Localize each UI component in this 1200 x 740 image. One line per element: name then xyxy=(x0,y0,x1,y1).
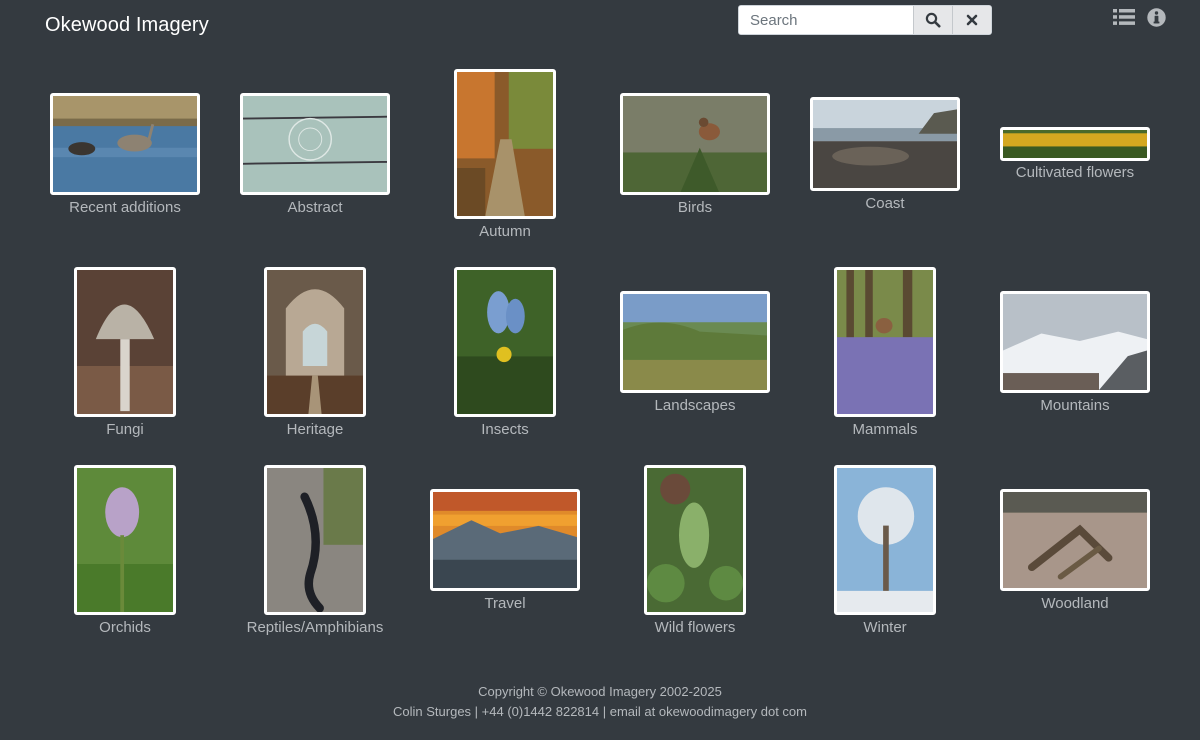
search-form xyxy=(738,5,992,35)
category-travel[interactable]: Travel xyxy=(430,489,580,619)
thumbnail xyxy=(1000,489,1150,591)
category-reptiles-amphibians[interactable]: Reptiles/Amphibians xyxy=(240,465,390,641)
thumbnail xyxy=(1000,127,1150,161)
thumbnail xyxy=(264,267,366,417)
category-label: Winter xyxy=(863,619,907,636)
category-winter[interactable]: Winter xyxy=(834,465,936,641)
footer: Copyright © Okewood Imagery 2002-2025 Co… xyxy=(0,682,1200,722)
category-mammals[interactable]: Mammals xyxy=(834,267,936,443)
list-icon xyxy=(1113,9,1135,25)
category-label: Mountains xyxy=(1040,397,1110,414)
category-label: Heritage xyxy=(286,421,344,438)
category-label: Orchids xyxy=(99,619,151,636)
thumbnail xyxy=(834,465,936,615)
category-label: Autumn xyxy=(479,223,531,240)
category-label: Birds xyxy=(677,199,713,216)
category-label: Cultivated flowers xyxy=(1015,164,1135,181)
thumbnail xyxy=(834,267,936,417)
category-abstract[interactable]: Abstract xyxy=(240,93,390,223)
thumbnail xyxy=(620,291,770,393)
category-label: Recent additions xyxy=(69,199,181,216)
category-birds[interactable]: Birds xyxy=(620,93,770,223)
info-button[interactable] xyxy=(1147,8,1166,32)
category-label: Reptiles/Amphibians xyxy=(246,619,384,636)
thumbnail xyxy=(74,465,176,615)
category-label: Wild flowers xyxy=(654,619,736,636)
close-icon xyxy=(966,14,978,26)
category-woodland[interactable]: Woodland xyxy=(1000,489,1150,619)
copyright-text: Copyright © Okewood Imagery 2002-2025 xyxy=(478,684,722,699)
thumbnail xyxy=(50,93,200,195)
category-fungi[interactable]: Fungi xyxy=(74,267,176,443)
list-view-button[interactable] xyxy=(1113,8,1135,31)
thumbnail xyxy=(240,93,390,195)
search-button[interactable] xyxy=(913,6,952,34)
category-label: Mammals xyxy=(852,421,918,438)
category-label: Woodland xyxy=(1041,595,1109,612)
info-icon xyxy=(1147,8,1166,27)
thumbnail xyxy=(620,93,770,195)
category-label: Travel xyxy=(484,595,526,612)
category-mountains[interactable]: Mountains xyxy=(1000,291,1150,421)
thumbnail xyxy=(454,69,556,219)
search-input[interactable] xyxy=(739,6,913,34)
category-orchids[interactable]: Orchids xyxy=(74,465,176,641)
category-heritage[interactable]: Heritage xyxy=(264,267,366,443)
category-cultivated-flowers[interactable]: Cultivated flowers xyxy=(1000,127,1150,187)
thumbnail xyxy=(810,97,960,191)
category-wild-flowers[interactable]: Wild flowers xyxy=(644,465,746,641)
category-insects[interactable]: Insects xyxy=(454,267,556,443)
category-label: Landscapes xyxy=(654,397,736,414)
thumbnail xyxy=(264,465,366,615)
thumbnail xyxy=(430,489,580,591)
clear-search-button[interactable] xyxy=(952,6,991,34)
category-landscapes[interactable]: Landscapes xyxy=(620,291,770,421)
category-label: Insects xyxy=(481,421,529,438)
thumbnail xyxy=(74,267,176,417)
category-label: Abstract xyxy=(287,199,343,216)
contact-text: Colin Sturges | +44 (0)1442 822814 | ema… xyxy=(393,704,807,719)
site-brand[interactable]: Okewood Imagery xyxy=(45,14,209,37)
category-autumn[interactable]: Autumn xyxy=(454,69,556,245)
thumbnail xyxy=(454,267,556,417)
search-icon xyxy=(925,12,941,28)
thumbnail xyxy=(1000,291,1150,393)
category-recent-additions[interactable]: Recent additions xyxy=(50,93,200,223)
category-label: Fungi xyxy=(106,421,144,438)
category-coast[interactable]: Coast xyxy=(810,97,960,223)
thumbnail xyxy=(644,465,746,615)
category-label: Coast xyxy=(865,195,905,212)
